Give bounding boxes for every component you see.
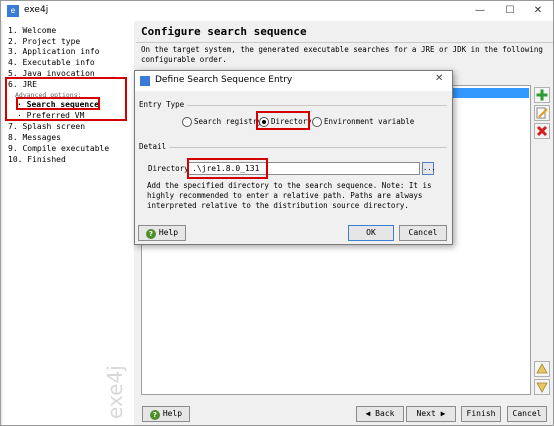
nav-step-splash-screen[interactable]: 7. Splash screen [8,122,85,131]
help-button[interactable]: ? Help [142,406,190,422]
nav-step-compile-executable[interactable]: 9. Compile executable [8,144,109,153]
entry-type-label: Entry Type [139,100,185,109]
exe4j-icon: e [7,5,19,17]
main-window: e exe4j — ☐ ✕ 1. Welcome 2. Project type… [0,0,554,426]
directory-input-highlight-box [187,158,268,179]
nav-step-finished[interactable]: 10. Finished [8,155,66,164]
dialog-help-button[interactable]: ? Help [138,225,186,241]
help-icon: ? [149,410,160,420]
radio-environment-variable[interactable] [312,117,322,127]
define-search-sequence-dialog: Define Search Sequence Entry ✕ Entry Typ… [134,70,453,245]
entry-type-separator [187,105,447,106]
move-up-button[interactable] [534,361,550,377]
nav-step-project-type[interactable]: 2. Project type [8,37,80,46]
panel-description: On the target system, the generated exec… [141,45,543,64]
nav-step-executable-info[interactable]: 4. Executable info [8,58,95,67]
delete-x-icon [536,125,548,137]
add-entry-button[interactable] [534,87,550,103]
dialog-app-icon [140,76,150,86]
dialog-help-icon: ? [145,229,156,239]
remove-entry-button[interactable] [534,123,550,139]
dialog-help-button-label: Help [158,228,179,237]
nav-step-application-info[interactable]: 3. Application info [8,47,100,56]
dialog-cancel-button[interactable]: Cancel [399,225,447,241]
nav-step-messages[interactable]: 8. Messages [8,133,61,142]
dialog-title-bar: Define Search Sequence Entry ✕ [135,71,452,91]
directory-help-note: Add the specified directory to the searc… [147,181,432,210]
panel-header: Configure search sequence [136,21,553,43]
title-bar: e exe4j — ☐ ✕ [1,1,553,21]
edit-entry-button[interactable] [534,105,550,121]
back-button[interactable]: ◀ Back [356,406,404,422]
help-button-label: Help [162,409,183,418]
wizard-step-nav: 1. Welcome 2. Project type 3. Applicatio… [3,21,134,425]
next-button[interactable]: Next ▶ [406,406,456,422]
browse-button[interactable]: ... [422,162,436,175]
minimize-button[interactable]: — [467,3,493,19]
arrow-up-icon [536,363,548,374]
radio-search-registry-label[interactable]: Search registry [194,117,262,126]
detail-label: Detail [139,142,167,151]
search-sequence-highlight-box [16,97,100,110]
finish-button[interactable]: Finish [461,406,501,422]
exe4j-watermark: exe4j [103,365,127,419]
dialog-close-button[interactable]: ✕ [435,73,443,84]
close-button[interactable]: ✕ [525,3,551,19]
nav-step-welcome[interactable]: 1. Welcome [8,26,56,35]
cancel-button[interactable]: Cancel [507,406,547,422]
directory-radio-highlight-box [256,111,310,130]
dialog-ok-button[interactable]: OK [348,225,394,241]
dialog-title: Define Search Sequence Entry [155,75,293,85]
detail-separator [169,147,447,148]
radio-search-registry[interactable] [182,117,192,127]
plus-icon [536,89,548,101]
page-title: Configure search sequence [141,25,307,38]
radio-environment-variable-label[interactable]: Environment variable [324,117,414,126]
window-title: exe4j [24,5,49,15]
move-down-button[interactable] [534,379,550,395]
arrow-down-icon [536,382,548,393]
watermark-text: exe4j [103,365,127,419]
maximize-button[interactable]: ☐ [497,3,523,19]
pencil-icon [536,107,548,119]
